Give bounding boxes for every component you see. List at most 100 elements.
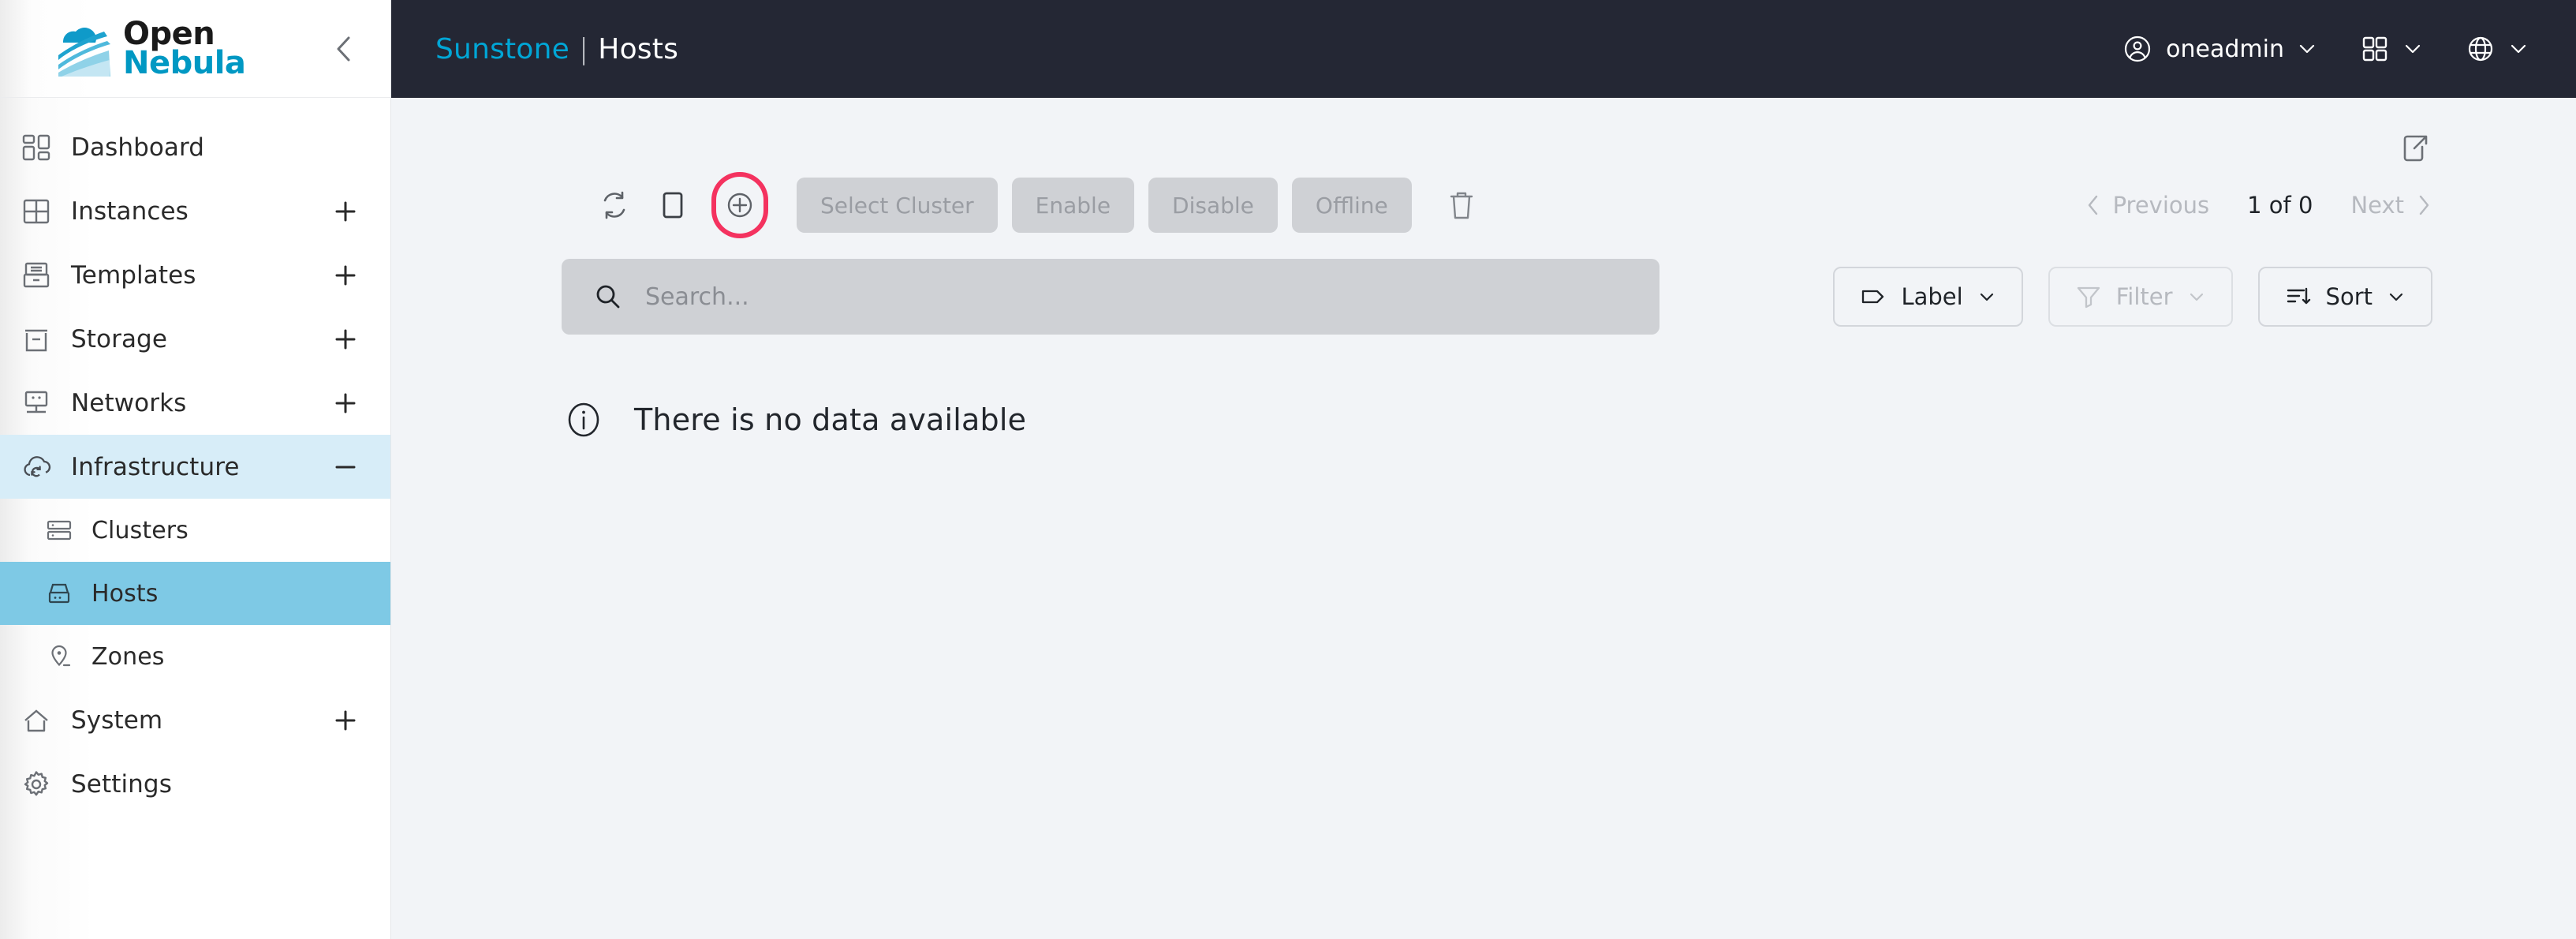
sidebar-item-templates[interactable]: Templates: [0, 243, 390, 307]
refresh-icon: [599, 189, 630, 221]
sidebar-item-label: Storage: [71, 324, 167, 354]
chevron-left-icon: [2085, 193, 2102, 217]
sidebar-item-hosts[interactable]: Hosts: [0, 562, 390, 625]
templates-box-icon: [21, 260, 71, 291]
funnel-icon: [2075, 283, 2102, 310]
sidebar-item-infrastructure[interactable]: Infrastructure: [0, 435, 390, 499]
sidebar-item-instances[interactable]: Instances: [0, 179, 390, 243]
top-bar: Sunstone | Hosts oneadmin: [391, 0, 2576, 98]
add-system-button[interactable]: [332, 709, 359, 732]
clusters-servers-icon: [44, 515, 91, 545]
gear-icon: [21, 769, 71, 800]
user-name: oneadmin: [2166, 35, 2284, 63]
external-link-icon[interactable]: [2398, 131, 2529, 166]
previous-page-button[interactable]: Previous: [2085, 192, 2210, 219]
previous-page-label: Previous: [2112, 192, 2210, 219]
brand-line-1: Open: [123, 15, 215, 52]
search-and-filters-row: Search... Label Filter Sort: [435, 259, 2529, 335]
sidebar: Open Nebula Dashboard Instances Template…: [0, 0, 391, 939]
sidebar-collapse-button[interactable]: [326, 31, 362, 67]
collapse-infrastructure-button[interactable]: [332, 455, 359, 479]
tag-icon: [1860, 283, 1887, 310]
offline-button[interactable]: Offline: [1291, 178, 1412, 233]
action-toolbar: Select Cluster Enable Disable Offline Pr…: [435, 172, 2529, 238]
sidebar-item-label: Networks: [71, 388, 187, 417]
delete-button[interactable]: [1432, 176, 1491, 234]
sidebar-item-settings[interactable]: Settings: [0, 752, 390, 816]
user-circle-icon: [2122, 33, 2153, 65]
cloud-sync-icon: [21, 451, 71, 483]
info-circle-icon: [562, 398, 606, 442]
sidebar-item-dashboard[interactable]: Dashboard: [0, 115, 390, 179]
label-filter-button[interactable]: Label: [1833, 267, 2023, 327]
pagination: Previous 1 of 0 Next: [2085, 192, 2529, 219]
sort-button[interactable]: Sort: [2257, 267, 2432, 327]
sidebar-item-label: Clusters: [91, 516, 189, 544]
add-storage-button[interactable]: [332, 327, 359, 351]
chevron-down-icon: [2187, 287, 2206, 306]
search-placeholder: Search...: [645, 282, 749, 311]
filter-button[interactable]: Filter: [2048, 267, 2233, 327]
chevron-down-icon: [2402, 39, 2423, 59]
sidebar-item-label: Settings: [71, 769, 172, 799]
host-server-icon: [44, 578, 91, 608]
chevron-down-icon: [2297, 39, 2317, 59]
filter-button-text: Filter: [2115, 283, 2173, 310]
sidebar-item-storage[interactable]: Storage: [0, 307, 390, 371]
sidebar-item-networks[interactable]: Networks: [0, 371, 390, 435]
sidebar-item-label: Dashboard: [71, 133, 205, 162]
sidebar-nav: Dashboard Instances Templates Storage Ne…: [0, 98, 390, 939]
apps-grid-icon: [2360, 34, 2390, 64]
language-menu[interactable]: [2466, 34, 2529, 64]
sidebar-item-system[interactable]: System: [0, 688, 390, 752]
chevron-right-icon: [2415, 193, 2432, 217]
toolbar-left-actions: Select Cluster Enable Disable Offline: [435, 172, 1491, 238]
sidebar-item-label: Zones: [91, 642, 165, 671]
logo[interactable]: Open Nebula: [47, 15, 326, 79]
sidebar-item-label: Infrastructure: [71, 452, 240, 481]
sidebar-item-label: Instances: [71, 196, 189, 226]
external-link-row: [435, 98, 2529, 169]
product-name: Sunstone: [435, 32, 569, 65]
page-count: 1 of 0: [2247, 192, 2313, 219]
select-all-checkbox[interactable]: [644, 176, 702, 234]
next-page-button[interactable]: Next: [2350, 192, 2432, 219]
trash-icon: [1447, 189, 1476, 222]
search-input[interactable]: Search...: [562, 259, 1659, 335]
title-separator: |: [578, 32, 589, 65]
refresh-button[interactable]: [585, 176, 644, 234]
main-area: Sunstone | Hosts oneadmin Select Cluster…: [391, 0, 2576, 939]
sidebar-item-zones[interactable]: Zones: [0, 625, 390, 688]
empty-state-message: There is no data available: [634, 402, 1027, 437]
chevron-down-icon: [1977, 287, 1996, 306]
content-area: Select Cluster Enable Disable Offline Pr…: [391, 98, 2576, 939]
next-page-label: Next: [2350, 192, 2404, 219]
checkbox-empty-icon: [659, 189, 686, 221]
search-icon: [593, 282, 623, 312]
sort-button-text: Sort: [2325, 283, 2373, 310]
apps-menu[interactable]: [2360, 34, 2423, 64]
select-cluster-button[interactable]: Select Cluster: [797, 178, 998, 233]
network-node-icon: [21, 387, 71, 419]
sidebar-item-label: System: [71, 705, 163, 735]
chevron-left-icon: [332, 33, 356, 65]
sidebar-item-label: Hosts: [91, 579, 159, 608]
enable-button[interactable]: Enable: [1011, 178, 1135, 233]
chevron-down-icon: [2508, 39, 2529, 59]
sidebar-item-label: Templates: [71, 260, 196, 290]
home-icon: [21, 705, 71, 736]
brand-wordmark: Open Nebula: [123, 15, 246, 79]
add-instance-button[interactable]: [332, 200, 359, 223]
filter-buttons: Label Filter Sort: [1833, 267, 2529, 327]
add-template-button[interactable]: [332, 264, 359, 287]
add-host-button[interactable]: [702, 172, 778, 238]
label-filter-text: Label: [1901, 283, 1963, 310]
top-bar-actions: oneadmin: [2122, 33, 2529, 65]
app-root: Open Nebula Dashboard Instances Template…: [0, 0, 2576, 939]
sidebar-item-clusters[interactable]: Clusters: [0, 499, 390, 562]
user-menu[interactable]: oneadmin: [2122, 33, 2317, 65]
brand-header: Open Nebula: [0, 0, 390, 98]
add-network-button[interactable]: [332, 391, 359, 415]
disable-button[interactable]: Disable: [1148, 178, 1278, 233]
chevron-down-icon: [2387, 287, 2406, 306]
